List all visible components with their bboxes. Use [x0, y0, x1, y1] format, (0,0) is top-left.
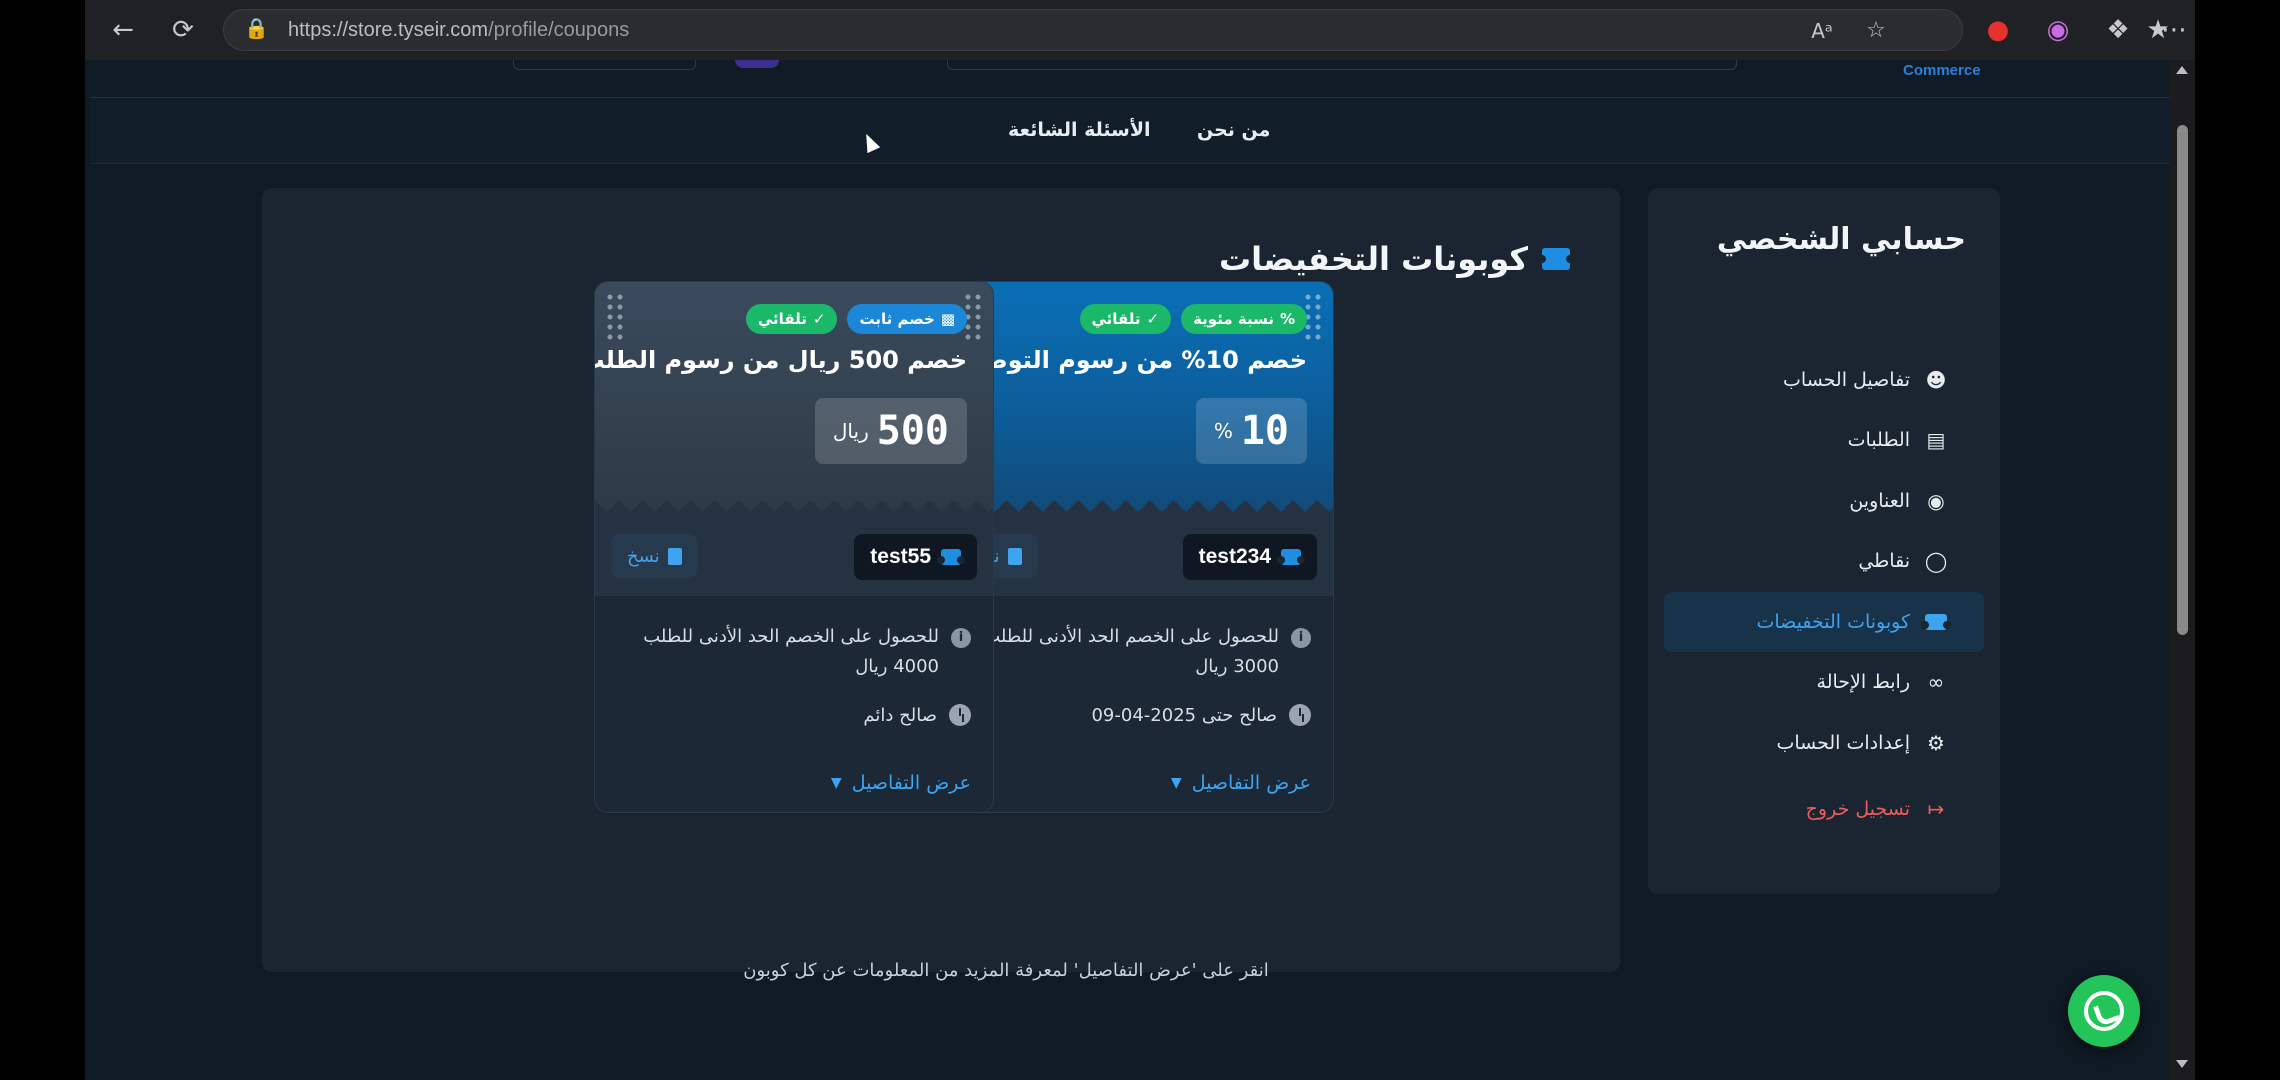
amount-unit: ريال — [832, 419, 869, 443]
page-title: كوبونات التخفيضات — [1219, 240, 1574, 278]
ticket-icon — [937, 549, 965, 565]
decor-dots — [605, 292, 625, 344]
read-aloud-icon[interactable]: Aᵃ — [1804, 13, 1840, 49]
type-badge: ▩ خصم ثابت — [847, 304, 967, 334]
header-button-fragment[interactable] — [513, 60, 696, 70]
info-icon: i — [1291, 628, 1311, 648]
coupon-title: خصم 10% من رسوم التوصيل — [953, 346, 1307, 374]
sidebar-item-addresses[interactable]: ◉ العناوين — [1664, 471, 1984, 531]
chevron-down-icon: ▼ — [1170, 775, 1182, 791]
validity-info: صالح حتى 2025-04-09 — [1091, 704, 1311, 726]
whatsapp-icon — [2084, 991, 2124, 1031]
ticket-edge — [935, 500, 1333, 514]
main-navigation: من نحن الأسئلة الشائعة — [90, 98, 2170, 164]
clock-icon — [949, 704, 971, 726]
coupon-code[interactable]: test55 — [854, 534, 977, 580]
coupon-amount: 10 % — [1195, 398, 1307, 464]
scroll-down-icon[interactable] — [2176, 1060, 2188, 1068]
coupon-code-row: test234 نسخ — [935, 514, 1333, 596]
coupon-code[interactable]: test234 — [1182, 534, 1317, 580]
auto-badge: ✓ تلقائي — [1079, 304, 1172, 334]
check-icon: ✓ — [1146, 310, 1160, 328]
check-icon: ✓ — [812, 310, 826, 328]
sidebar-item-settings[interactable]: ⚙ إعدادات الحساب — [1664, 713, 1984, 773]
account-sidebar: حسابي الشخصي ☻ تفاصيل الحساب ▤ الطلبات ◉… — [1648, 188, 2000, 894]
sidebar-title: حسابي الشخصي — [1716, 222, 1966, 257]
cash-icon: ▩ — [940, 310, 955, 328]
nav-link-faq[interactable]: الأسئلة الشائعة — [1008, 119, 1151, 141]
whatsapp-button[interactable] — [2068, 975, 2140, 1047]
coupon-amount: 500 ريال — [814, 398, 967, 464]
extension-color-icon[interactable]: ◉ — [2040, 12, 2076, 48]
clock-icon — [1289, 704, 1311, 726]
sidebar-item-logout[interactable]: ↦ تسجيل خروج — [1664, 779, 1984, 839]
sidebar-item-points[interactable]: ◯ نقاطي — [1664, 531, 1984, 591]
coupon-card: % نسبة مئوية ✓ تلقائي خصم 10% من رسوم التو… — [934, 281, 1334, 813]
coupon-code-text: test55 — [870, 545, 931, 568]
copy-icon — [1007, 547, 1022, 565]
coupon-header: % نسبة مئوية ✓ تلقائي خصم 10% من رسوم التو… — [935, 282, 1333, 514]
header-search-fragment[interactable] — [947, 60, 1737, 70]
coins-icon: ◯ — [1924, 549, 1948, 573]
sidebar-item-account-details[interactable]: ☻ تفاصيل الحساب — [1664, 350, 1984, 410]
page-viewport: Commerce من نحن الأسئلة الشائعة كوبونات … — [85, 60, 2170, 1080]
amount-unit: % — [1213, 419, 1233, 443]
scroll-thumb[interactable] — [2177, 125, 2188, 635]
user-icon: ☻ — [1925, 368, 1947, 392]
page-scrollbar[interactable] — [2170, 60, 2195, 1080]
favorite-star-icon[interactable]: ☆ — [1858, 13, 1894, 49]
more-menu-icon[interactable]: ⋯ — [2156, 12, 2192, 48]
clipboard-icon: ▤ — [1926, 428, 1946, 452]
min-order-info: i للحصول على الخصم الحد الأدنى للطلب 4000… — [611, 622, 971, 682]
info-icon: i — [951, 628, 971, 648]
auto-badge: ✓ تلقائي — [745, 304, 838, 334]
sidebar-item-coupons[interactable]: كوبونات التخفيضات — [1664, 592, 1984, 652]
ticket-icon — [1921, 610, 1951, 634]
percent-icon: % — [1279, 310, 1295, 328]
chevron-down-icon: ▼ — [830, 775, 842, 791]
avatar[interactable] — [735, 60, 779, 68]
coupon-card: ▩ خصم ثابت ✓ تلقائي خصم 500 ريال من رسوم ا… — [594, 281, 994, 813]
ticket-icon — [1538, 248, 1574, 270]
back-arrow-icon[interactable]: ← — [105, 12, 141, 48]
coupon-code-text: test234 — [1198, 545, 1271, 568]
extension-red-icon[interactable]: ● — [1980, 12, 2016, 48]
show-details-link[interactable]: عرض التفاصيل ▼ — [831, 772, 971, 794]
lock-icon: 🔒 — [244, 16, 269, 40]
amount-value: 500 — [876, 408, 949, 454]
page-title-text: كوبونات التخفيضات — [1219, 240, 1528, 278]
ticket-edge — [595, 500, 993, 514]
coupon-badges: ▩ خصم ثابت ✓ تلقائي — [745, 304, 967, 334]
browser-toolbar: ← ⟳ 🔒 https://store.tyseir.com/profile/c… — [85, 0, 2195, 60]
coupon-code-row: test55 نسخ — [595, 514, 993, 596]
type-badge: % نسبة مئوية — [1181, 304, 1307, 334]
amount-value: 10 — [1240, 408, 1289, 454]
logout-icon: ↦ — [1927, 797, 1945, 821]
location-pin-icon: ◉ — [1927, 489, 1945, 513]
show-details-link[interactable]: عرض التفاصيل ▼ — [1171, 772, 1311, 794]
browser-window: ← ⟳ 🔒 https://store.tyseir.com/profile/c… — [85, 0, 2195, 1080]
gear-icon: ⚙ — [1927, 731, 1945, 755]
validity-info: صالح دائم — [863, 704, 971, 726]
min-order-info: i للحصول على الخصم الحد الأدنى للطلب 3000… — [951, 622, 1311, 682]
sidebar-item-referral[interactable]: ∞ رابط الإحالة — [1664, 652, 1984, 712]
coupon-badges: % نسبة مئوية ✓ تلقائي — [1079, 304, 1307, 334]
coupon-header: ▩ خصم ثابت ✓ تلقائي خصم 500 ريال من رسوم ا… — [595, 282, 993, 514]
reload-icon[interactable]: ⟳ — [165, 12, 201, 48]
sidebar-item-orders[interactable]: ▤ الطلبات — [1664, 410, 1984, 470]
coupon-title: خصم 500 ريال من رسوم الطلب — [594, 346, 967, 374]
coupons-panel: كوبونات التخفيضات % نسبة مئوية ✓ تلقائي خص… — [262, 188, 1620, 981]
scroll-up-icon[interactable] — [2176, 66, 2188, 74]
copy-button[interactable]: نسخ — [611, 534, 698, 578]
nav-link-about[interactable]: من نحن — [1197, 119, 1270, 141]
details-hint: انقر على 'عرض التفاصيل' لمعرفة المزيد من… — [743, 960, 1269, 981]
address-bar[interactable]: 🔒 https://store.tyseir.com/profile/coupo… — [223, 9, 1963, 51]
site-header: Commerce — [90, 60, 2170, 98]
link-icon: ∞ — [1927, 670, 1945, 694]
site-logo[interactable]: Commerce — [1903, 62, 1981, 79]
copy-icon — [667, 547, 682, 565]
url-text: https://store.tyseir.com/profile/coupons — [288, 19, 630, 41]
ticket-icon — [1277, 549, 1305, 565]
extensions-puzzle-icon[interactable]: ❖ — [2100, 12, 2136, 48]
